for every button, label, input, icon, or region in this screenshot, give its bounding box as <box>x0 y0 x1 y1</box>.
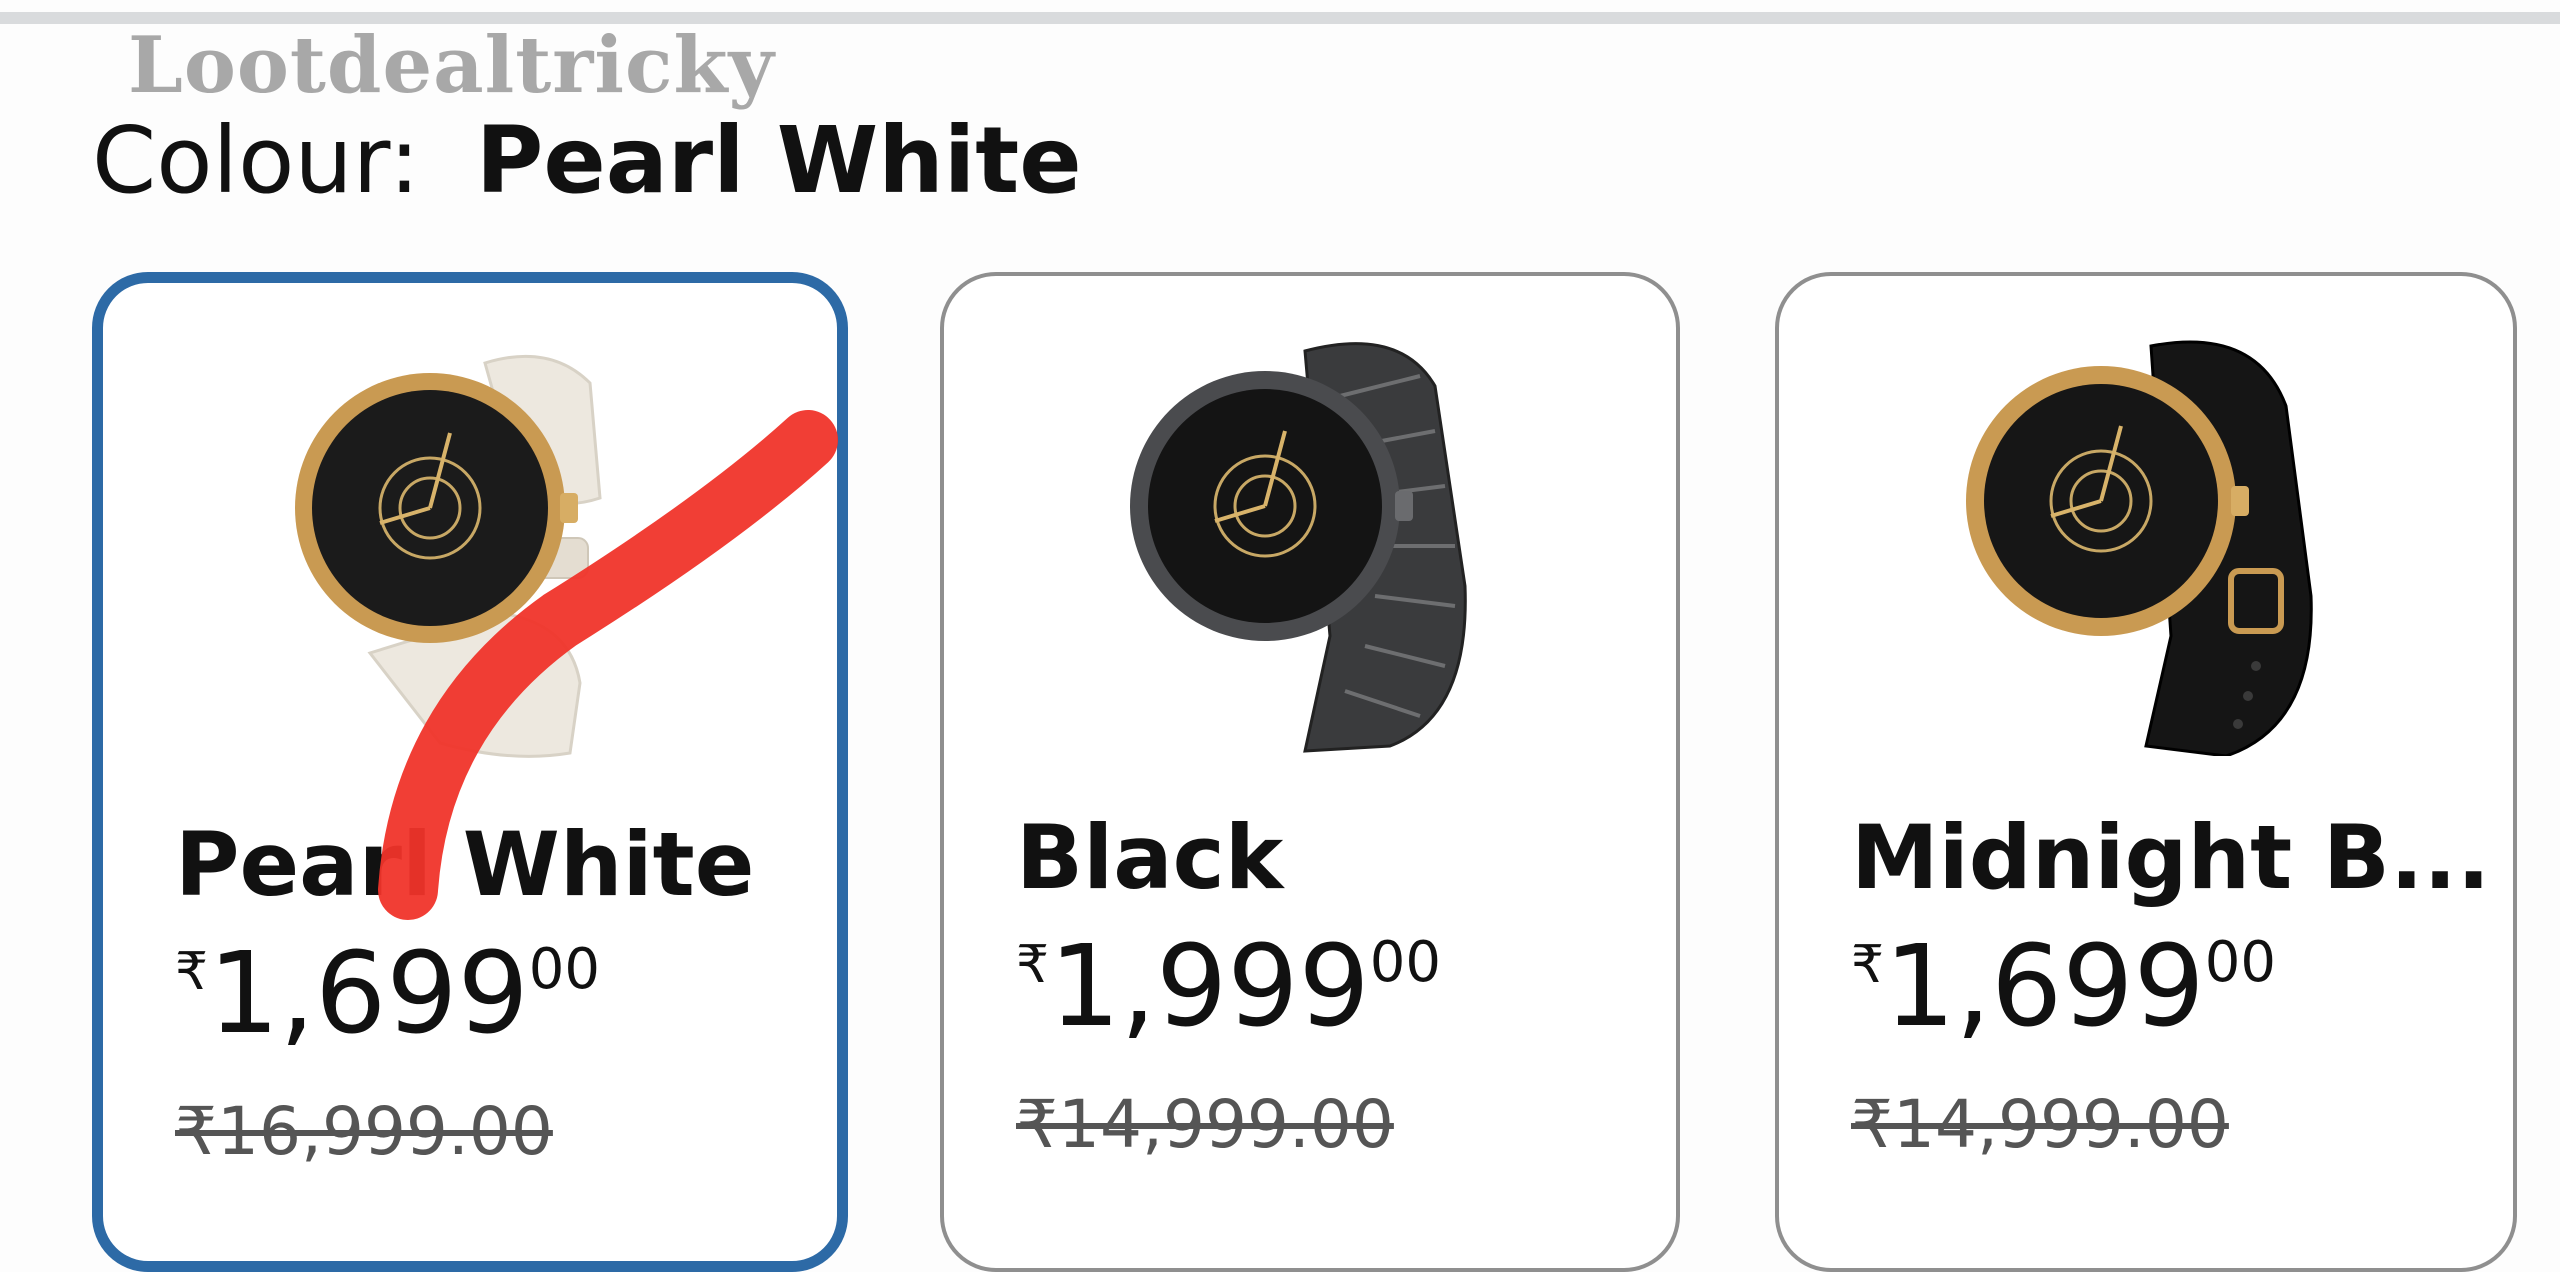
option-name: Midnight B... <box>1851 806 2491 909</box>
option-mrp-strikethrough: ₹16,999.00 <box>175 1093 553 1170</box>
midnight-black-watch-image <box>1966 340 2313 756</box>
option-mrp-strikethrough: ₹14,999.00 <box>1851 1086 2229 1163</box>
price-whole: 1,999 <box>1049 922 1370 1052</box>
price-fraction: 00 <box>2204 930 2276 995</box>
option-price: ₹1,69900 <box>175 938 600 1050</box>
black-watch-image <box>1130 342 1467 753</box>
price-fraction: 00 <box>1369 930 1441 995</box>
option-name: Pearl White <box>175 813 755 916</box>
colour-selection-header: Colour: Pearl White <box>92 110 1082 211</box>
currency-symbol: ₹ <box>175 942 209 1002</box>
pearl-white-watch-image <box>295 354 602 758</box>
colour-option-black[interactable]: Black ₹1,99900 ₹14,999.00 <box>940 272 1680 1272</box>
colour-option-pearl-white[interactable]: Pearl White ₹1,69900 ₹16,999.00 <box>92 272 848 1272</box>
selected-colour-value: Pearl White <box>475 107 1082 214</box>
currency-symbol: ₹ <box>1851 935 1885 995</box>
currency-symbol: ₹ <box>1016 935 1050 995</box>
price-whole: 1,699 <box>1884 922 2205 1052</box>
option-name: Black <box>1016 806 1284 909</box>
watermark-text: Lootdealtricky <box>128 20 775 111</box>
colour-label: Colour: <box>92 107 420 214</box>
option-price: ₹1,69900 <box>1851 931 2276 1043</box>
price-whole: 1,699 <box>208 929 529 1059</box>
colour-option-midnight-black[interactable]: Midnight B... ₹1,69900 ₹14,999.00 <box>1775 272 2517 1272</box>
option-mrp-strikethrough: ₹14,999.00 <box>1016 1086 1394 1163</box>
price-fraction: 00 <box>528 937 600 1002</box>
option-price: ₹1,99900 <box>1016 931 1441 1043</box>
